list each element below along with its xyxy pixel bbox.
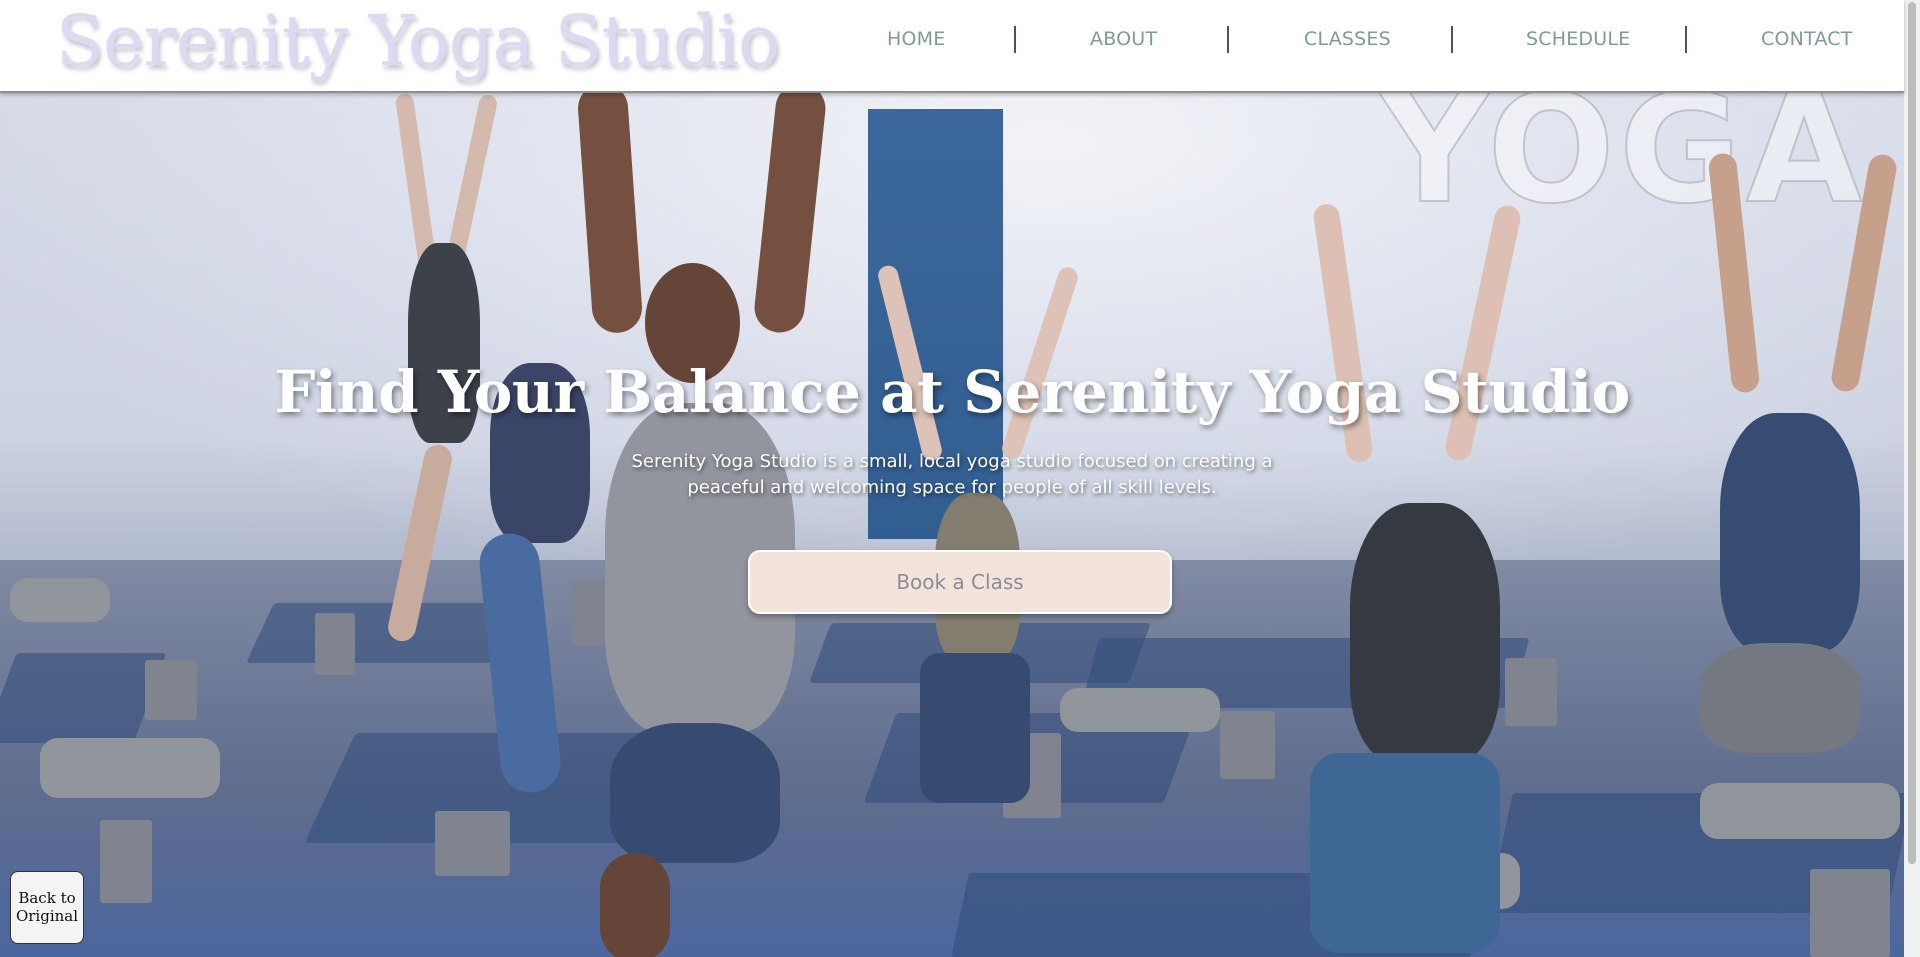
nav-divider <box>1014 26 1016 53</box>
nav-schedule[interactable]: SCHEDULE <box>1526 28 1630 50</box>
back-to-original-button[interactable]: Back to Original <box>10 871 84 944</box>
scrollbar-thumb[interactable] <box>1908 2 1916 864</box>
nav-divider <box>1685 26 1687 53</box>
nav-home[interactable]: HOME <box>887 28 945 50</box>
nav-divider <box>1451 26 1453 53</box>
site-header: Serenity Yoga Studio HOME ABOUT CLASSES … <box>0 0 1904 93</box>
hero-section: YOGA Find Your Balance at Serenity Yoga … <box>0 93 1904 957</box>
page-scrollbar[interactable] <box>1904 0 1920 957</box>
nav-divider <box>1227 26 1229 53</box>
book-class-button[interactable]: Book a Class <box>748 550 1172 614</box>
hero-title: Find Your Balance at Serenity Yoga Studi… <box>274 358 1630 426</box>
photo-tint <box>0 93 1904 957</box>
main-nav: HOME ABOUT CLASSES SCHEDULE CONTACT <box>0 0 1904 82</box>
nav-contact[interactable]: CONTACT <box>1761 28 1853 50</box>
nav-classes[interactable]: CLASSES <box>1304 28 1391 50</box>
nav-about[interactable]: ABOUT <box>1090 28 1157 50</box>
hero-subtitle: Serenity Yoga Studio is a small, local y… <box>631 451 1273 498</box>
